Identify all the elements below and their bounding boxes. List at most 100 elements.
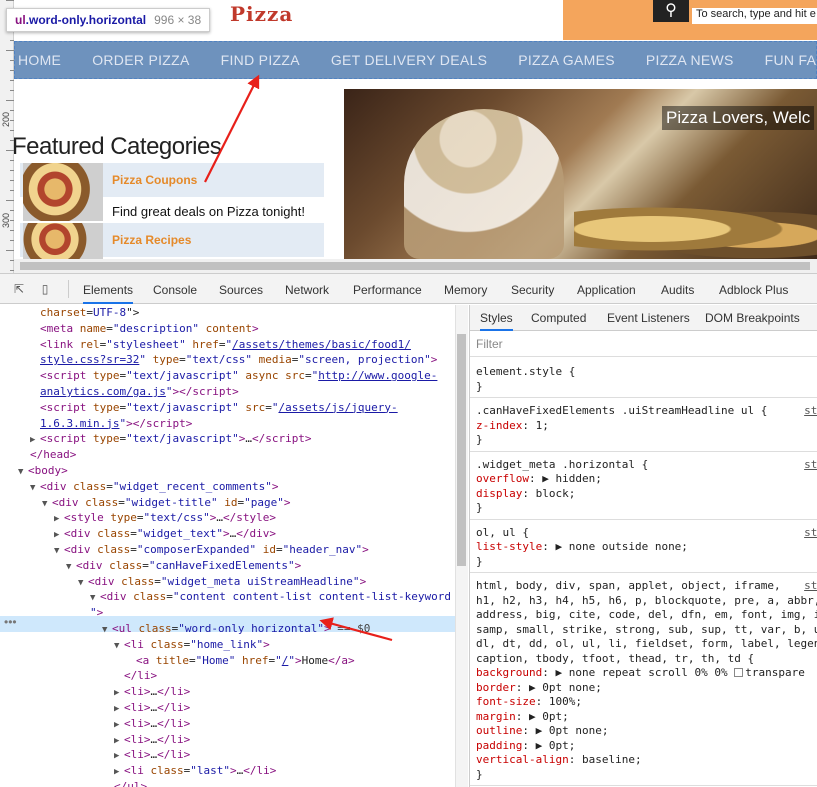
ruler-tick	[10, 160, 14, 161]
style-rule[interactable]: .widget_meta .horizontal { overflow: ▶ h…	[470, 454, 817, 520]
category-link-recipes[interactable]: Pizza Recipes	[112, 233, 191, 247]
pizza-coupons-image[interactable]	[23, 163, 103, 221]
dom-node-line[interactable]: ">	[90, 605, 103, 621]
nav-item-pizza-games[interactable]: PIZZA GAMES	[518, 52, 615, 68]
style-rule-line: overflow: ▶ hidden;	[476, 472, 602, 485]
devtools-tab-application[interactable]: Application	[577, 283, 636, 297]
hero-image: Pizza Lovers, Welc	[344, 89, 817, 259]
style-rule-line: element.style {	[476, 365, 576, 378]
style-source-link[interactable]: sty	[804, 458, 817, 473]
style-rule-line: outline: ▶ 0pt none;	[476, 724, 609, 737]
device-toolbar-icon[interactable]: ▯	[38, 282, 52, 296]
styles-tabbar: Styles Computed Event Listeners DOM Breakpo…	[470, 305, 817, 331]
dom-node-line[interactable]: <link rel="stylesheet" href="/assets/the…	[40, 337, 411, 353]
ruler-tick	[10, 70, 14, 71]
ruler-tick	[10, 240, 14, 241]
style-rule-line: z-index: 1;	[476, 418, 549, 432]
style-rule-line: border: ▶ 0pt none;	[476, 680, 602, 694]
devtools-tab-network[interactable]: Network	[285, 283, 329, 297]
ruler-tick	[6, 250, 14, 251]
ruler-tick	[10, 80, 14, 81]
styles-tab-computed[interactable]: Computed	[531, 311, 586, 325]
page-viewport: 200 300 Pizza ⚲ To search, type and hit e…	[0, 0, 817, 273]
devtools-tab-elements[interactable]: Elements	[83, 283, 134, 304]
ruler-tick	[10, 140, 14, 141]
devtools-tab-audits[interactable]: Audits	[661, 283, 694, 297]
pizza-tray	[574, 199, 817, 259]
style-rule-line: margin: ▶ 0pt;	[476, 709, 569, 723]
dom-node-line[interactable]: </head>	[30, 447, 76, 463]
tooltip-dimensions: 996 × 38	[154, 13, 202, 27]
devtools-tab-sources[interactable]: Sources	[219, 283, 263, 297]
dom-node-line[interactable]: <meta name="description" content>	[40, 321, 259, 337]
elements-scrollbar-thumb[interactable]	[457, 334, 466, 566]
style-rule-line: padding: ▶ 0pt;	[476, 738, 576, 752]
dom-node-line[interactable]: charset=UTF-8">	[40, 305, 139, 321]
category-description: Find great deals on Pizza tonight!	[112, 204, 305, 219]
styles-tab-event-listeners[interactable]: Event Listeners	[607, 311, 690, 325]
ruler-tick	[10, 60, 14, 61]
ruler-tick	[10, 210, 14, 211]
style-source-link[interactable]: sty	[804, 526, 817, 541]
nav-item-fun-facts[interactable]: FUN FACTS	[765, 52, 817, 68]
nav-list: HOME ORDER PIZZA FIND PIZZA GET DELIVERY DE…	[14, 41, 817, 79]
dom-node-line[interactable]: </li>	[124, 668, 157, 684]
styles-pane: Styles Computed Event Listeners DOM Breakpo…	[469, 305, 817, 787]
devtools-tab-performance[interactable]: Performance	[353, 283, 422, 297]
devtools-panel: ⇱ ▯ Elements Console Sources Network Perform…	[0, 273, 817, 787]
search-icon: ⚲	[665, 0, 677, 19]
category-link-coupons[interactable]: Pizza Coupons	[112, 173, 197, 187]
devtools-tab-adblock-plus[interactable]: Adblock Plus	[719, 283, 788, 297]
styles-tab-dom-breakpoints[interactable]: DOM Breakpoints	[705, 311, 800, 325]
dom-node-line[interactable]: ▼ <div class="content content-list conten…	[90, 589, 451, 607]
style-source-link[interactable]: sty	[804, 404, 817, 419]
dom-node-line[interactable]: <script type="text/javascript" async src…	[40, 368, 437, 384]
style-rule[interactable]: html, body, div, span, applet, object, i…	[470, 575, 817, 786]
ruler-tick	[10, 40, 14, 41]
ruler-tick	[6, 50, 14, 51]
ruler-tick	[6, 200, 14, 201]
horizontal-scrollbar-thumb[interactable]	[20, 262, 810, 270]
devtools-tab-security[interactable]: Security	[511, 283, 554, 297]
tooltip-classes: .word-only.horizontal	[25, 13, 147, 27]
ruler-tick	[10, 230, 14, 231]
nav-item-pizza-news[interactable]: PIZZA NEWS	[646, 52, 734, 68]
dom-node-line[interactable]: analytics.com/ga.js"></script>	[40, 384, 239, 400]
style-rule[interactable]: element.style {}	[470, 361, 817, 398]
style-rule[interactable]: ol, ul { list-style: ▶ none outside none…	[470, 522, 817, 573]
dom-node-line[interactable]: <a title="Home" href="/">Home</a>	[136, 653, 355, 669]
inspect-element-icon[interactable]: ⇱	[12, 282, 26, 296]
dom-node-line[interactable]: <script type="text/javascript" src="/ass…	[40, 400, 398, 416]
pizza-recipes-image[interactable]	[23, 223, 103, 259]
nav-item-order-pizza[interactable]: ORDER PIZZA	[92, 52, 189, 68]
tab-divider	[68, 280, 69, 298]
search-input[interactable]: To search, type and hit e	[692, 8, 817, 24]
styles-tab-styles[interactable]: Styles	[480, 311, 513, 331]
featured-categories-heading: Featured Categories	[12, 133, 222, 160]
style-rule-line: }	[476, 433, 483, 446]
dom-node-line[interactable]: 1.6.3.min.js"></script>	[40, 416, 192, 432]
dom-node-line[interactable]: style.css?sr=32" type="text/css" media="…	[40, 352, 437, 368]
search-button[interactable]: ⚲	[653, 0, 689, 22]
styles-filter-input[interactable]	[476, 336, 806, 352]
style-rule-line: background: ▶ none repeat scroll 0% 0% t…	[476, 666, 805, 679]
nav-item-home[interactable]: HOME	[18, 52, 61, 68]
style-rule-line: }	[476, 767, 483, 781]
style-rule-line: list-style: ▶ none outside none;	[476, 540, 688, 553]
devtools-tab-memory[interactable]: Memory	[444, 283, 487, 297]
nav-item-find-pizza[interactable]: FIND PIZZA	[221, 52, 300, 68]
style-source-link[interactable]: sty	[804, 579, 817, 594]
style-rule[interactable]: .canHaveFixedElements .uiStreamHeadline …	[470, 400, 817, 452]
nav-item-get-delivery-deals[interactable]: GET DELIVERY DEALS	[331, 52, 487, 68]
style-rule-line: ol, ul {	[476, 525, 529, 539]
hero-caption: Pizza Lovers, Welc	[662, 106, 815, 130]
style-rule-line: vertical-align: baseline;	[476, 753, 642, 766]
devtools-tab-console[interactable]: Console	[153, 283, 197, 297]
style-rule-line: samp, small, strike, strong, sub, sup, t…	[476, 622, 817, 636]
inspect-tooltip: ul.word-only.horizontal 996 × 38	[6, 8, 211, 32]
style-rule-line: address, big, cite, code, del, dfn, em, …	[476, 608, 817, 621]
style-rule-line: caption, tbody, tfoot, thead, tr, th, td…	[476, 651, 755, 665]
ruler-tick	[10, 130, 14, 131]
ruler-tick	[6, 0, 14, 1]
site-logo[interactable]: Pizza	[230, 2, 293, 26]
